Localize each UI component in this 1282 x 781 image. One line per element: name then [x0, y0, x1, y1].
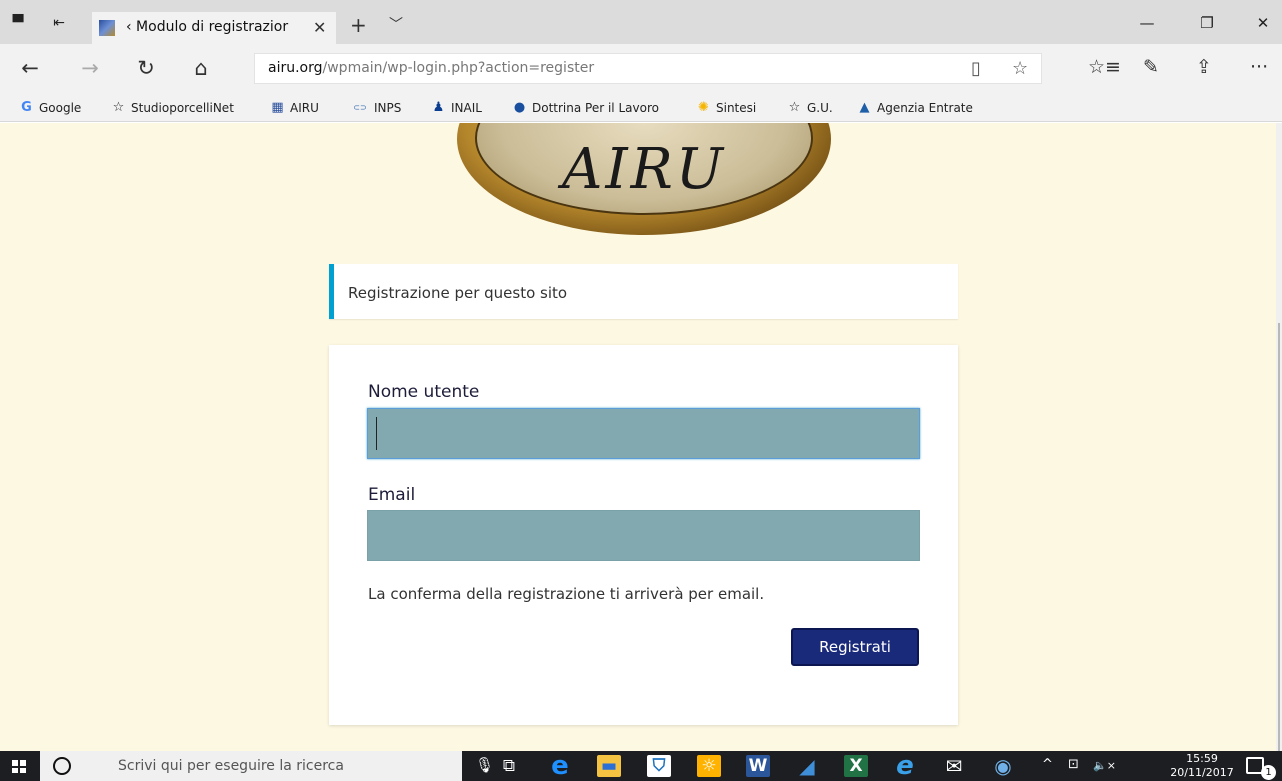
agenzia-entrate-icon: ▲ [859, 100, 870, 115]
title-bar: ▀ ⇤ ‹ Modulo di registrazior ✕ + ﹀ — ❐ ✕ [0, 0, 1282, 44]
favorite-agenzia-entrate[interactable]: ▲ Agenzia Entrate [857, 100, 973, 115]
google-icon: G [21, 100, 32, 115]
favorite-dottrina-per-il-lavoro[interactable]: ● Dottrina Per il Lavoro [512, 100, 659, 115]
favorite-google[interactable]: G Google [19, 100, 81, 115]
taskbar-search[interactable]: Scrivi qui per eseguire la ricerca 🎙 [40, 751, 494, 781]
favorite-studioporcellinet[interactable]: ☆ StudioporcelliNet [111, 100, 234, 115]
word-icon[interactable]: W [746, 755, 770, 777]
favorite-star-icon[interactable]: ☆ [1012, 58, 1028, 79]
close-window-icon[interactable]: ✕ [1253, 14, 1273, 32]
photos-icon[interactable]: ☼ [697, 755, 721, 777]
clock[interactable]: 15:59 20/11/2017 [1167, 752, 1237, 780]
time: 15:59 [1186, 752, 1218, 765]
show-hidden-icons-chevron-icon[interactable]: ^ [1042, 757, 1053, 772]
edge-icon[interactable]: e [548, 751, 572, 781]
favorites-hub-icon[interactable]: ☆≡ [1088, 56, 1121, 78]
microphone-icon[interactable]: 🎙 [475, 756, 494, 774]
navigation-bar: ← → ↻ ⌂ airu.org/wpmain/wp-login.php?act… [0, 44, 1282, 92]
location-pin-icon: ● [513, 100, 526, 115]
star-icon: ☆ [788, 100, 801, 115]
text-caret [376, 417, 377, 450]
username-field[interactable] [367, 408, 920, 459]
cortana-icon [53, 757, 71, 775]
date: 20/11/2017 [1170, 766, 1234, 779]
email-field[interactable] [367, 510, 920, 561]
logo-text: AIRU [562, 137, 726, 202]
favorite-sintesi[interactable]: ✺ Sintesi [696, 100, 756, 115]
taskbar: Scrivi qui per eseguire la ricerca 🎙 ⧉ e… [0, 751, 1282, 781]
inail-icon: ♟ [432, 100, 445, 115]
notification-count-badge: 1 [1261, 765, 1276, 780]
tab-title: ‹ Modulo di registrazior [126, 19, 289, 35]
message-text: Registrazione per questo sito [348, 284, 568, 302]
page-scrollbar[interactable] [1276, 123, 1282, 763]
share-icon[interactable]: ⇪ [1196, 56, 1212, 78]
username-label: Nome utente [368, 382, 480, 402]
url-text: airu.org/wpmain/wp-login.php?action=regi… [268, 60, 595, 76]
tab-registration[interactable]: ‹ Modulo di registrazior ✕ [92, 12, 336, 44]
volume-muted-icon[interactable]: 🔈× [1093, 759, 1116, 772]
forward-icon[interactable]: → [77, 56, 103, 80]
sun-icon: ✺ [698, 100, 709, 115]
registration-form: Nome utente Email La conferma della regi… [329, 345, 958, 725]
registration-message: Registrazione per questo sito [329, 264, 958, 319]
file-explorer-icon[interactable]: ▬ [597, 755, 621, 777]
task-view-icon[interactable]: ⧉ [497, 755, 521, 777]
home-icon[interactable]: ⌂ [188, 56, 214, 80]
more-icon[interactable]: ··· [1250, 56, 1268, 78]
scrollbar-thumb[interactable] [1278, 323, 1280, 763]
favorites-bar: G Google ☆ StudioporcelliNet ▦ AIRU ⊂⊃ INPS … [0, 92, 1282, 122]
onenote-icon[interactable]: ◢ [795, 754, 819, 778]
mail-icon[interactable]: ✉ [942, 754, 966, 778]
close-tab-icon[interactable]: ✕ [313, 18, 326, 37]
star-icon: ☆ [112, 100, 125, 115]
new-tab-icon[interactable]: + [350, 13, 367, 37]
refresh-icon[interactable]: ↻ [133, 56, 159, 80]
favorite-inail[interactable]: ♟ INAIL [431, 100, 482, 115]
tab-actions-icon[interactable]: ▀ [9, 15, 27, 31]
reading-view-icon[interactable]: ▯ [971, 58, 981, 79]
airu-logo[interactable]: AIRU [457, 123, 831, 235]
set-aside-tabs-icon[interactable]: ⇤ [50, 15, 68, 31]
network-icon[interactable]: ⊡ [1068, 757, 1079, 772]
favorite-gu[interactable]: ☆ G.U. [787, 100, 833, 115]
internet-explorer-icon[interactable]: e [893, 751, 917, 781]
favorite-inps[interactable]: ⊂⊃ INPS [351, 100, 401, 115]
chat-icon[interactable]: ◉ [991, 754, 1015, 778]
web-notes-icon[interactable]: ✎ [1143, 56, 1159, 78]
excel-icon[interactable]: X [844, 755, 868, 777]
minimize-icon[interactable]: — [1137, 14, 1157, 32]
register-button[interactable]: Registrati [791, 628, 919, 666]
address-bar[interactable]: airu.org/wpmain/wp-login.php?action=regi… [254, 53, 1042, 84]
windows-start-icon[interactable] [12, 760, 26, 773]
restore-icon[interactable]: ❐ [1197, 14, 1217, 32]
tab-preview-chevron-icon[interactable]: ﹀ [389, 14, 403, 34]
back-icon[interactable]: ← [17, 56, 43, 80]
confirmation-note: La conferma della registrazione ti arriv… [368, 585, 765, 603]
airu-icon: ▦ [271, 100, 284, 115]
email-label: Email [368, 485, 416, 505]
search-placeholder: Scrivi qui per eseguire la ricerca [118, 758, 344, 774]
favorite-airu[interactable]: ▦ AIRU [270, 100, 319, 115]
store-icon[interactable]: ⛉ [647, 755, 671, 777]
inps-icon: ⊂⊃ [353, 103, 367, 112]
page-content: AIRU Registrazione per questo sito Nome … [0, 123, 1276, 751]
airu-favicon-icon [99, 20, 115, 36]
